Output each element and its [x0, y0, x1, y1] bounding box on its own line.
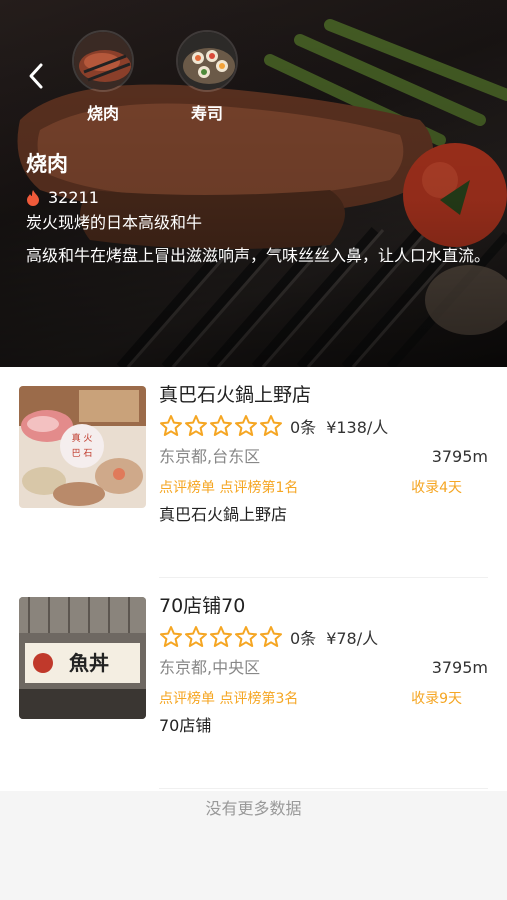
divider [159, 788, 488, 789]
star-outline-icon [260, 415, 282, 436]
restaurant-area: 东京都,台东区 [159, 447, 261, 466]
star-outline-icon [185, 626, 207, 647]
category-label: 烧肉 [86, 104, 119, 123]
restaurant-area: 东京都,中央区 [159, 658, 261, 677]
svg-text:真 火: 真 火 [72, 432, 93, 444]
restaurant-card[interactable]: 真 火 巴 石 真巴石火鍋上野店 0条 ¥138/人 东京都,台东区 3795m… [0, 367, 507, 578]
star-outline-icon [235, 626, 257, 647]
review-count: 0条 [290, 629, 317, 648]
category-label: 寿司 [190, 104, 223, 123]
popularity-count: 32211 [48, 188, 99, 207]
category-info: 烧肉 32211 炭火现烤的日本高级和牛 高级和牛在烤盘上冒出滋滋响声，气味丝丝… [26, 150, 496, 268]
category-tab-sushi[interactable]: 寿司 [172, 30, 242, 124]
fire-icon [27, 190, 39, 206]
star-outline-icon [160, 415, 182, 436]
rating-row: 0条 ¥138/人 [159, 414, 388, 438]
restaurant-list: 真 火 巴 石 真巴石火鍋上野店 0条 ¥138/人 东京都,台东区 3795m… [0, 367, 507, 789]
star-outline-icon [210, 626, 232, 647]
restaurant-photo: 魚丼 [19, 597, 146, 719]
rating-row: 0条 ¥78/人 [159, 625, 378, 649]
restaurant-photo: 真 火 巴 石 [19, 386, 146, 508]
category-tab-yakiniku[interactable]: 烧肉 [68, 30, 138, 124]
restaurant-tag: 真巴石火鍋上野店 [159, 505, 288, 524]
back-button[interactable] [18, 58, 54, 94]
restaurant-name: 真巴石火鍋上野店 [159, 384, 312, 406]
star-outline-icon [210, 415, 232, 436]
yakiniku-thumbnail [72, 30, 134, 92]
category-title: 烧肉 [26, 152, 68, 176]
category-hero: 烧肉 寿司 烧肉 32211 炭火现烤的日本高级和牛 高级和牛在烤盘上冒出滋滋响… [0, 0, 507, 367]
restaurant-card[interactable]: 魚丼 70店铺70 0条 ¥78/人 东京都,中央区 3795m 点评榜单 点评… [0, 578, 507, 789]
popularity-stat: 32211 [26, 188, 496, 208]
star-rating [159, 625, 284, 649]
restaurant-name: 70店铺70 [159, 595, 246, 617]
price-per-person: ¥138/人 [326, 418, 389, 437]
price-per-person: ¥78/人 [326, 629, 379, 648]
restaurant-tag: 70店铺 [159, 716, 212, 735]
saved-duration: 收录9天 [411, 691, 462, 707]
category-subtitle: 炭火现烤的日本高级和牛 [26, 213, 203, 232]
sushi-thumbnail [176, 30, 238, 92]
chevron-left-icon [29, 63, 43, 89]
ranking-link[interactable]: 点评榜单 点评榜第1名 [159, 478, 298, 498]
category-description: 高级和牛在烤盘上冒出滋滋响声，气味丝丝入鼻，让人口水直流。 [26, 246, 491, 265]
no-more-data-label: 没有更多数据 [205, 799, 302, 818]
saved-duration: 收录4天 [411, 480, 462, 496]
list-footer: 没有更多数据 [0, 791, 507, 900]
svg-text:魚丼: 魚丼 [69, 651, 109, 675]
restaurant-distance: 3795m [431, 658, 488, 677]
ranking-link[interactable]: 点评榜单 点评榜第3名 [159, 689, 298, 709]
review-count: 0条 [290, 418, 317, 437]
star-outline-icon [235, 415, 257, 436]
star-rating [159, 414, 284, 438]
svg-text:巴 石: 巴 石 [72, 448, 93, 459]
star-outline-icon [260, 626, 282, 647]
restaurant-distance: 3795m [431, 447, 488, 466]
star-outline-icon [185, 415, 207, 436]
star-outline-icon [160, 626, 182, 647]
